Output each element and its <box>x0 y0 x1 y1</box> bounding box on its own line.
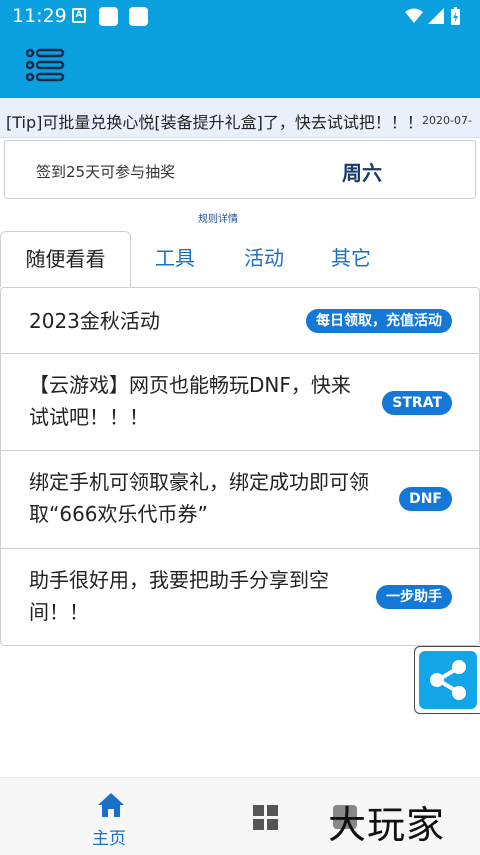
home-icon <box>98 793 124 817</box>
tab-tools[interactable]: 工具 <box>145 231 205 287</box>
share-button[interactable] <box>414 646 480 714</box>
list-item[interactable]: 2023金秋活动 每日领取，充值活动 <box>1 288 479 354</box>
list-item[interactable]: 助手很好用，我要把助手分享到空 间！！ 一步助手 <box>1 549 479 645</box>
list-item-title: 助手很好用，我要把助手分享到空 <box>29 568 329 592</box>
notice-bar[interactable]: [Tip]可批量兑换心悦[装备提升礼盒]了，快去试试把！！！ 2020-07- <box>0 98 480 138</box>
notice-date: 2020-07- <box>422 114 472 127</box>
status-time: 11:29 <box>12 5 67 27</box>
tab-browse[interactable]: 随便看看 <box>0 231 131 287</box>
status-icons <box>405 7 460 25</box>
rules-link[interactable]: 规则详情 <box>198 210 238 225</box>
category-tabs: 随便看看 工具 活动 其它 <box>0 231 480 287</box>
list-item-badge: STRAT <box>382 391 452 415</box>
tab-activities[interactable]: 活动 <box>234 231 294 287</box>
tab-other[interactable]: 其它 <box>321 231 381 287</box>
list-menu-icon[interactable] <box>26 47 66 83</box>
share-button-face <box>419 651 477 709</box>
nav-home[interactable]: 主页 <box>88 792 138 849</box>
activity-list: 2023金秋活动 每日领取，充值活动 【云游戏】网页也能畅玩DNF，快来 试试吧… <box>0 287 480 646</box>
notification-square-icon <box>99 7 118 26</box>
list-item[interactable]: 绑定手机可领取豪礼，绑定成功即可领 取“666欢乐代币券” DNF <box>1 451 479 549</box>
list-item-title: 试试吧！！！ <box>29 405 149 429</box>
list-item-title: 间！！ <box>29 600 89 624</box>
sign-in-card[interactable]: 签到25天可参与抽奖 周六 <box>4 140 476 199</box>
notice-message: [Tip]可批量兑换心悦[装备提升礼盒]了，快去试试把！！！ <box>6 113 423 132</box>
list-item-badge: DNF <box>399 487 452 511</box>
sign-in-day: 周六 <box>342 161 382 185</box>
grid-icon[interactable] <box>253 805 279 831</box>
list-item-title: 2023金秋活动 <box>29 309 160 333</box>
notification-a-icon: A <box>72 8 86 23</box>
status-bar: 11:29 A <box>0 0 480 32</box>
signal-icon <box>428 8 444 24</box>
list-item-title: 绑定手机可领取豪礼，绑定成功即可领 <box>29 470 369 494</box>
sign-in-tip: 签到25天可参与抽奖 <box>36 163 176 181</box>
list-item-badge: 一步助手 <box>376 585 452 609</box>
notification-square-icon <box>129 7 148 26</box>
list-item-title: 【云游戏】网页也能畅玩DNF，快来 <box>29 373 351 397</box>
list-item-title: 取“666欢乐代币券” <box>29 502 208 526</box>
wifi-icon <box>405 8 423 23</box>
app-header <box>0 32 480 98</box>
list-item-badge: 每日领取，充值活动 <box>306 309 452 333</box>
watermark-logo: 大玩家 <box>328 803 446 847</box>
nav-home-label: 主页 <box>92 829 126 849</box>
list-item[interactable]: 【云游戏】网页也能畅玩DNF，快来 试试吧！！！ STRAT <box>1 354 479 451</box>
share-icon <box>430 660 466 700</box>
battery-icon <box>451 7 460 25</box>
